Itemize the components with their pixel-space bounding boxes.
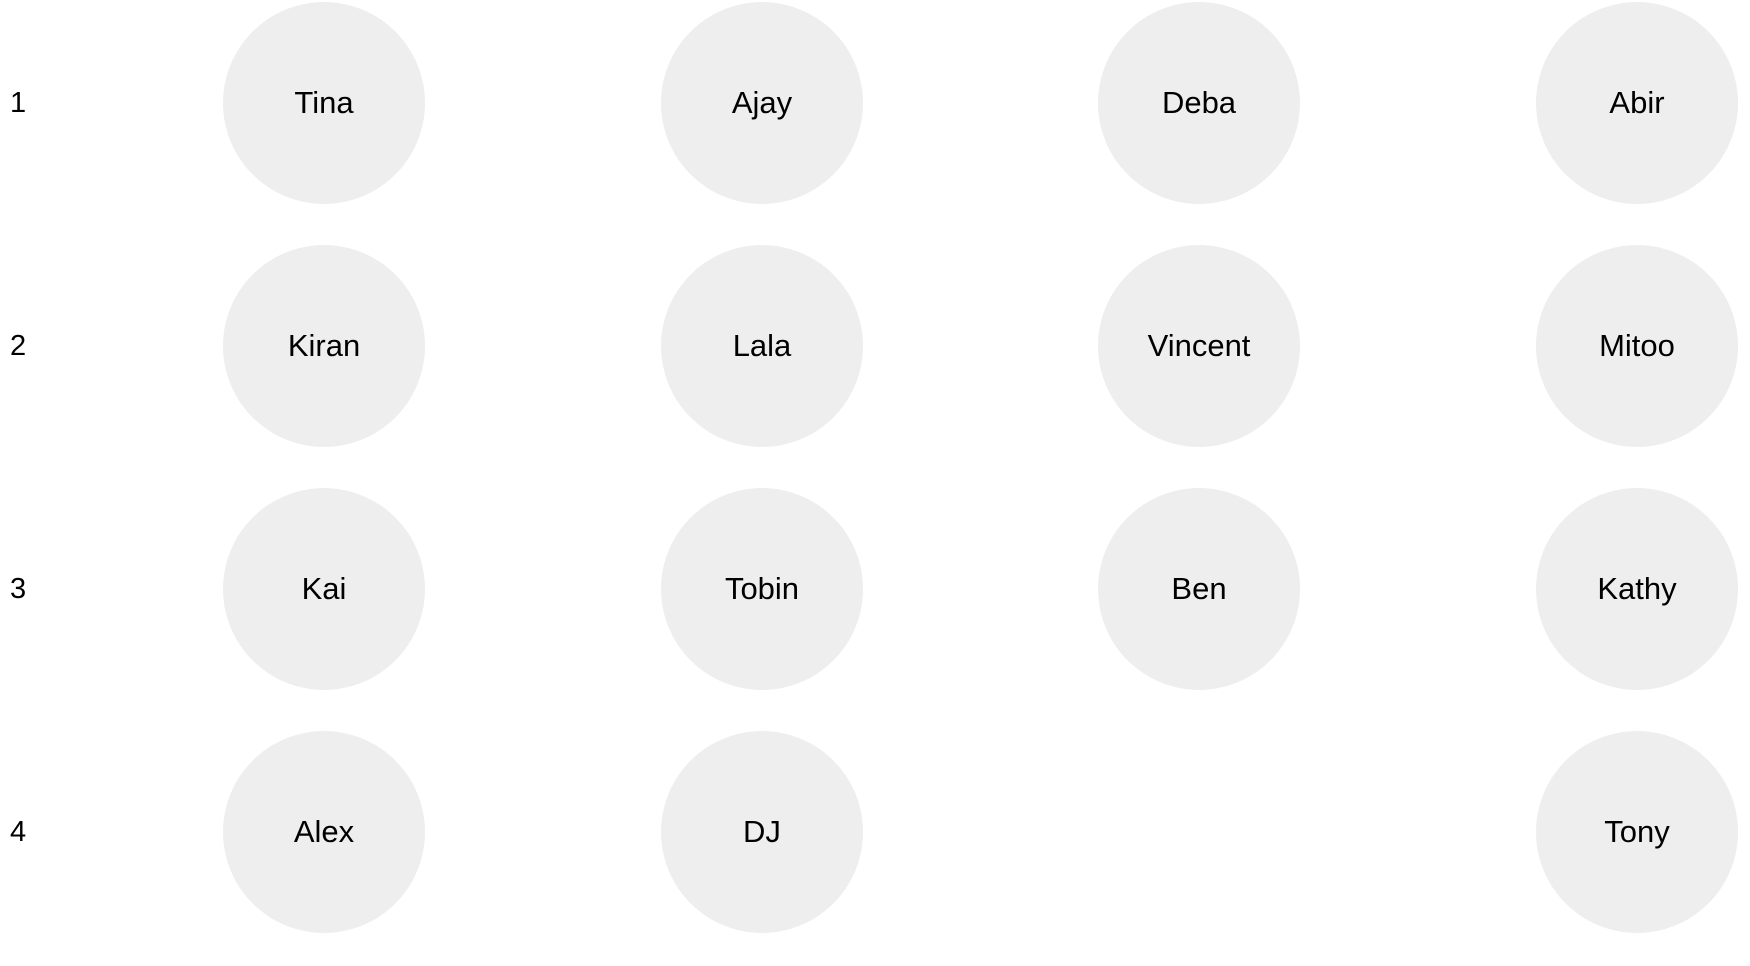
seat-ajay[interactable]: Ajay xyxy=(661,2,863,204)
seat-alex[interactable]: Alex xyxy=(223,731,425,933)
seat-deba[interactable]: Deba xyxy=(1098,2,1300,204)
seat-dj[interactable]: DJ xyxy=(661,731,863,933)
seat-kiran[interactable]: Kiran xyxy=(223,245,425,447)
seat-tina[interactable]: Tina xyxy=(223,2,425,204)
row-number: 2 xyxy=(10,330,27,362)
row-number: 4 xyxy=(10,816,27,848)
seating-grid: 1 Tina Ajay Deba Abir 2 Kiran Lala Vince… xyxy=(0,0,1750,966)
seat-mitoo[interactable]: Mitoo xyxy=(1536,245,1738,447)
seat-vincent[interactable]: Vincent xyxy=(1098,245,1300,447)
seat-abir[interactable]: Abir xyxy=(1536,2,1738,204)
seat-tobin[interactable]: Tobin xyxy=(661,488,863,690)
seating-row-1: 1 Tina Ajay Deba Abir xyxy=(0,2,1750,204)
seating-row-2: 2 Kiran Lala Vincent Mitoo xyxy=(0,245,1750,447)
seat-tony[interactable]: Tony xyxy=(1536,731,1738,933)
seat-kai[interactable]: Kai xyxy=(223,488,425,690)
seating-row-3: 3 Kai Tobin Ben Kathy xyxy=(0,488,1750,690)
empty-seat-slot xyxy=(1098,731,1300,933)
row-number: 3 xyxy=(10,573,27,605)
seating-row-4: 4 Alex DJ Tony xyxy=(0,731,1750,933)
row-number: 1 xyxy=(10,87,27,119)
seat-lala[interactable]: Lala xyxy=(661,245,863,447)
seat-kathy[interactable]: Kathy xyxy=(1536,488,1738,690)
seat-ben[interactable]: Ben xyxy=(1098,488,1300,690)
